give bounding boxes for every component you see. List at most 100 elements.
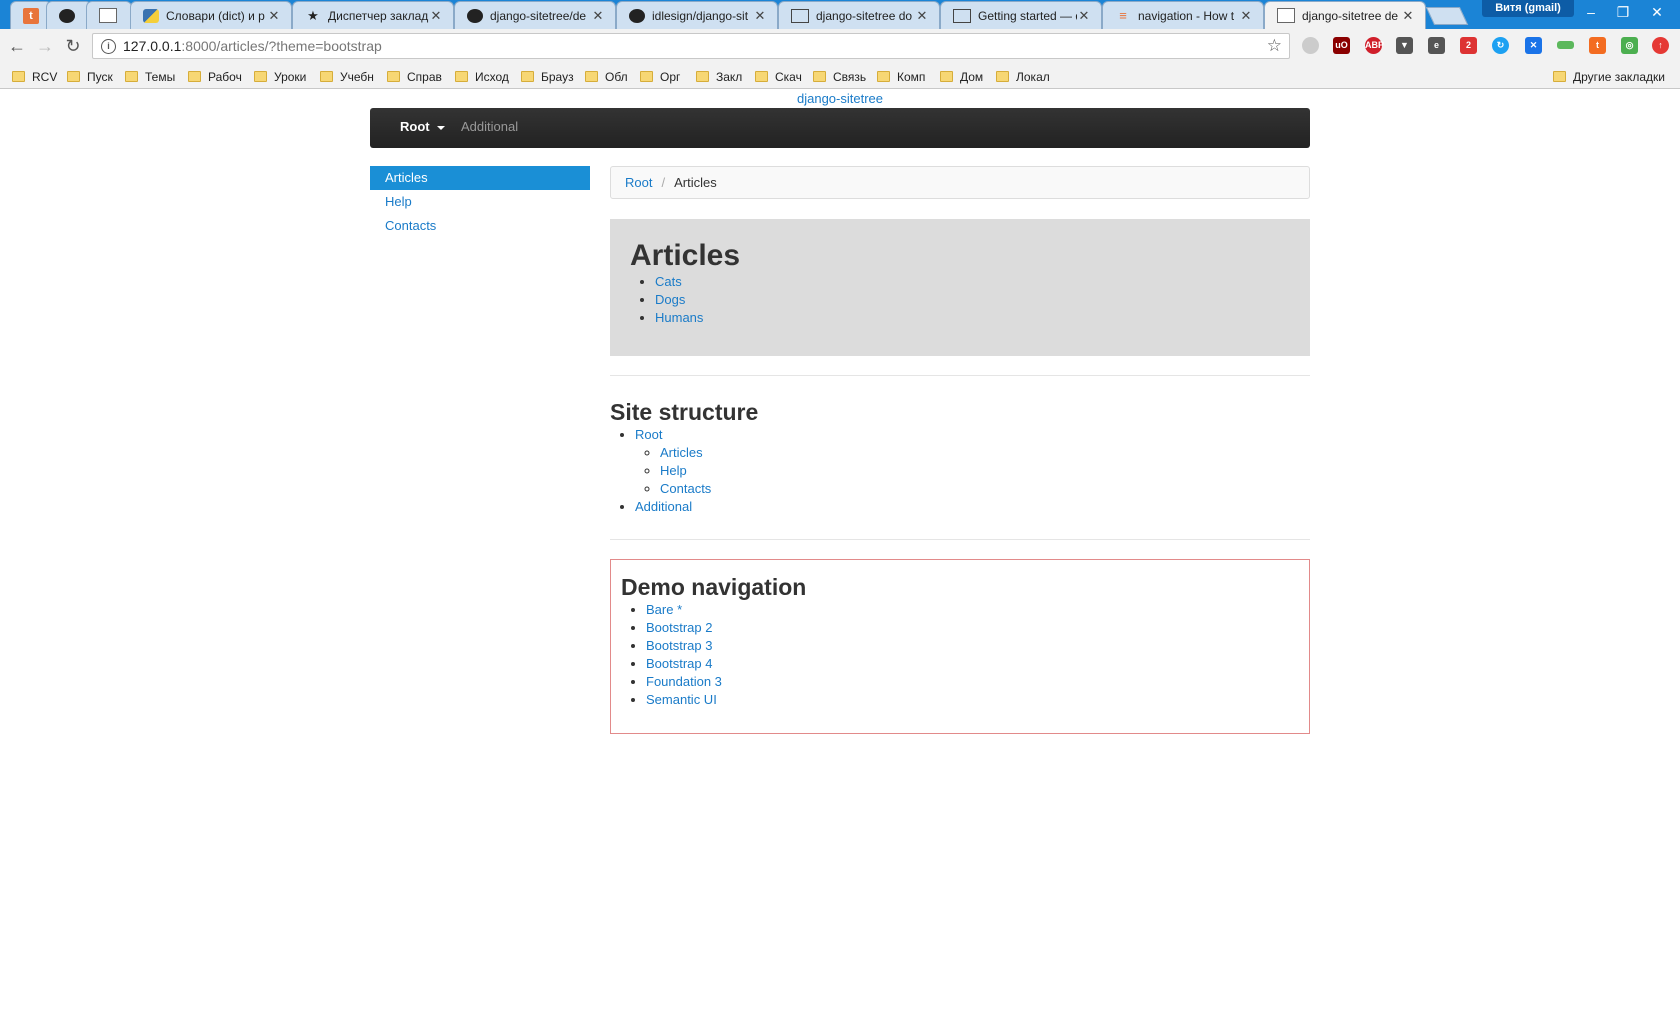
bookmarks-bar: RCV Пуск Темы Рабоч Уроки Учебн Справ Ис… (0, 64, 1680, 89)
close-icon[interactable]: ✕ (753, 8, 767, 24)
globe-extension-icon[interactable] (1302, 37, 1319, 54)
tab-getting-started[interactable]: Getting started — d ✕ (940, 1, 1102, 29)
battery-extension-icon[interactable] (1557, 41, 1574, 49)
list-item: Bootstrap 3 (646, 637, 1299, 655)
article-link-dogs[interactable]: Dogs (655, 292, 685, 307)
site-title-link[interactable]: django-sitetree (0, 91, 1680, 106)
forward-icon[interactable]: → (34, 35, 56, 57)
url-host: 127.0.0.1 (123, 38, 182, 54)
bookmark-folder[interactable]: Закл (696, 68, 742, 85)
close-icon[interactable]: ✕ (591, 8, 605, 24)
bookmark-folder[interactable]: Темы (125, 68, 175, 85)
bookmark-folder[interactable]: Дом (940, 68, 983, 85)
bookmark-folder[interactable]: Орг (640, 68, 680, 85)
back-icon[interactable]: ← (6, 35, 28, 57)
tab-label: Диспетчер заклад (328, 8, 429, 23)
reload-icon[interactable]: ↻ (62, 35, 84, 57)
bookmark-label: Брауз (541, 69, 574, 84)
theme-link-bare[interactable]: Bare * (646, 602, 682, 617)
info-icon[interactable]: i (101, 39, 116, 54)
bookmark-folder[interactable]: Рабоч (188, 68, 242, 85)
tree-link-contacts[interactable]: Contacts (660, 481, 711, 496)
translate-extension-icon[interactable]: ✕ (1525, 37, 1542, 54)
bookmark-folder[interactable]: Брауз (521, 68, 574, 85)
list-item: Bootstrap 4 (646, 655, 1299, 673)
bookmark-folder[interactable]: RCV (12, 68, 57, 85)
articles-jumbotron: Articles Cats Dogs Humans (610, 219, 1310, 356)
new-tab-button[interactable] (1425, 7, 1469, 25)
other-bookmarks[interactable]: Другие закладки (1553, 68, 1665, 85)
tree-link-help[interactable]: Help (660, 463, 687, 478)
adblock-icon[interactable]: ABP (1365, 37, 1384, 54)
evernote-icon[interactable]: e (1428, 37, 1445, 54)
tab-stackoverflow[interactable]: ≡ navigation - How t ✕ (1102, 1, 1264, 29)
bookmark-folder[interactable]: Обл (585, 68, 628, 85)
bookmark-folder[interactable]: Скач (755, 68, 802, 85)
bookmark-star-icon[interactable]: ☆ (1267, 36, 1282, 56)
calendar-extension-icon[interactable]: 2 (1460, 37, 1477, 54)
folder-icon (1553, 71, 1566, 82)
close-icon[interactable]: ✕ (429, 8, 443, 24)
upload-extension-icon[interactable]: ↑ (1652, 37, 1669, 54)
list-item: Bootstrap 2 (646, 619, 1299, 637)
tab-pinned-page[interactable] (86, 1, 132, 29)
tab-sitetree-demo-active[interactable]: django-sitetree de ✕ (1264, 1, 1426, 29)
breadcrumb-root-link[interactable]: Root (625, 175, 652, 190)
profile-button[interactable]: Витя (gmail) (1482, 0, 1574, 17)
theme-link-semantic-ui[interactable]: Semantic UI (646, 692, 717, 707)
nav-additional-link[interactable]: Additional (461, 119, 518, 134)
bookmark-label: Исход (475, 69, 509, 84)
tree-link-additional[interactable]: Additional (635, 499, 692, 514)
bookmark-folder[interactable]: Пуск (67, 68, 113, 85)
tab-bookmark-manager[interactable]: ★ Диспетчер заклад ✕ (292, 1, 454, 29)
bookmark-folder[interactable]: Исход (455, 68, 509, 85)
sync-extension-icon[interactable]: ↻ (1492, 37, 1509, 54)
ublock-icon[interactable]: uO (1333, 37, 1350, 54)
article-link-cats[interactable]: Cats (655, 274, 682, 289)
close-icon[interactable]: ✕ (267, 8, 281, 24)
bookmark-folder[interactable]: Учебн (320, 68, 374, 85)
tree-link-root[interactable]: Root (635, 427, 662, 442)
nav-root-dropdown[interactable]: Root (400, 119, 445, 134)
close-icon[interactable]: ✕ (915, 8, 929, 24)
sidebar-item-contacts[interactable]: Contacts (370, 214, 590, 238)
close-icon[interactable]: ✕ (1077, 8, 1091, 24)
sidebar-item-articles[interactable]: Articles (370, 166, 590, 190)
url-text[interactable]: 127.0.0.1:8000/articles/?theme=bootstrap (123, 38, 382, 54)
pocket-icon[interactable]: ▼ (1396, 37, 1413, 54)
tree-link-articles[interactable]: Articles (660, 445, 703, 460)
bookmark-folder[interactable]: Связь (813, 68, 866, 85)
bookmark-folder[interactable]: Локал (996, 68, 1050, 85)
folder-icon (640, 71, 653, 82)
folder-icon (877, 71, 890, 82)
theme-link-bootstrap4[interactable]: Bootstrap 4 (646, 656, 713, 671)
tab-python-dict[interactable]: Словари (dict) и р ✕ (130, 1, 292, 29)
sidebar-menu: Articles Help Contacts (370, 166, 590, 238)
list-item: Contacts (660, 480, 1310, 498)
screenshot-extension-icon[interactable]: ◎ (1621, 37, 1638, 54)
bookmark-folder[interactable]: Справ (387, 68, 442, 85)
bookmark-label: Дом (960, 69, 984, 84)
bookmark-label: Комп (897, 69, 926, 84)
caret-down-icon (436, 125, 445, 130)
close-icon[interactable]: ✕ (1239, 8, 1253, 24)
github-icon (629, 8, 645, 23)
tab-github-idlesign[interactable]: idlesign/django-sit ✕ (616, 1, 778, 29)
bookmark-folder[interactable]: Уроки (254, 68, 306, 85)
restore-icon[interactable]: ❐ (1606, 0, 1640, 24)
tab-label: navigation - How t (1138, 8, 1235, 23)
theme-link-bootstrap2[interactable]: Bootstrap 2 (646, 620, 713, 635)
article-link-humans[interactable]: Humans (655, 310, 703, 325)
window-close-icon[interactable]: ✕ (1640, 0, 1674, 24)
bookmark-folder[interactable]: Комп (877, 68, 925, 85)
sidebar-item-help[interactable]: Help (370, 190, 590, 214)
minimize-icon[interactable]: – (1574, 0, 1608, 24)
address-bar[interactable]: i 127.0.0.1:8000/articles/?theme=bootstr… (92, 33, 1290, 59)
page-icon (1277, 8, 1295, 23)
tab-sitetree-docs[interactable]: django-sitetree do ✕ (778, 1, 940, 29)
close-icon[interactable]: ✕ (1401, 8, 1415, 24)
tab-github-sitetree-demo[interactable]: django-sitetree/de ✕ (454, 1, 616, 29)
theme-link-foundation3[interactable]: Foundation 3 (646, 674, 722, 689)
theme-link-bootstrap3[interactable]: Bootstrap 3 (646, 638, 713, 653)
tumblr-extension-icon[interactable]: t (1589, 37, 1606, 54)
